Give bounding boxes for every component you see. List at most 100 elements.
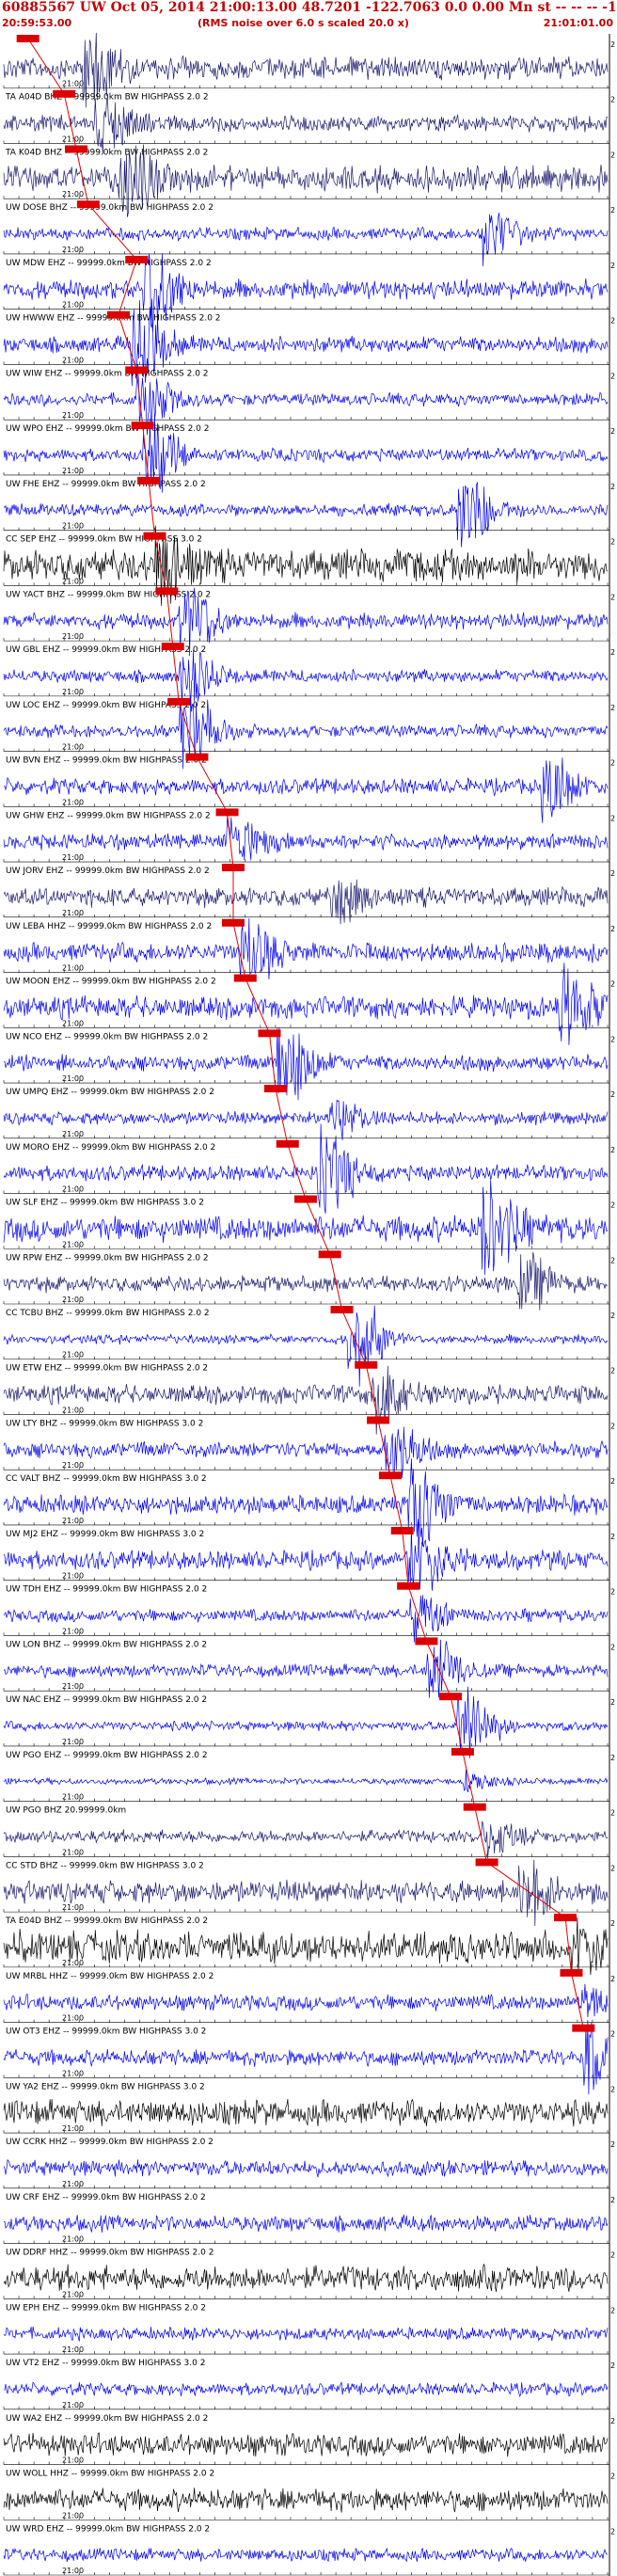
right-scale-label: 2 — [610, 1919, 615, 1928]
trace-label: UW MDW EHZ -- 99999.0km BW HIGHPASS 2.0 … — [6, 259, 212, 268]
time-tick-label: 21:00 — [62, 964, 84, 973]
time-tick-label: 21:00 — [62, 798, 84, 806]
time-tick-label: 21:00 — [62, 2290, 84, 2298]
time-tick-label: 21:00 — [62, 632, 84, 641]
time-tick-label: 21:00 — [62, 80, 84, 88]
time-tick-label: 21:00 — [62, 1019, 84, 1027]
trace-label: TA K04D BHZ -- 99999.0km BW HIGHPASS 2.0… — [5, 148, 208, 157]
trace-label: UW OT3 EHZ -- 99999.0km BW HIGHPASS 3.0 … — [6, 2027, 206, 2037]
time-tick-label: 21:00 — [62, 1959, 84, 1967]
time-tick-label: 21:00 — [62, 2180, 84, 2188]
time-tick-label: 21:00 — [62, 1738, 84, 1746]
right-scale-label: 2 — [610, 1146, 615, 1154]
time-tick-label: 21:00 — [62, 743, 84, 752]
time-tick-label: 21:00 — [62, 1406, 84, 1414]
time-tick-label: 21:00 — [62, 2014, 84, 2023]
trace-label: UW JORV EHZ -- 99999.0km BW HIGHPASS 2.0… — [6, 867, 210, 876]
time-tick-label: 21:00 — [62, 853, 84, 862]
trace-label: UW CRF EHZ -- 99999.0km BW HIGHPASS 2.0 … — [6, 2193, 206, 2202]
right-scale-label: 2 — [610, 483, 615, 491]
time-tick-label: 21:00 — [62, 1296, 84, 1304]
right-scale-label: 2 — [610, 1809, 615, 1818]
trace-label: UW GHW EHZ -- 99999.0km BW HIGHPASS 2.0 … — [6, 811, 211, 820]
trace-label: UW SLF EHZ -- 99999.0km BW HIGHPASS 3.0 … — [6, 1199, 204, 1208]
trace-label: UW WIW EHZ -- 99999.0km BW HIGHPASS 2.0 … — [6, 369, 209, 378]
time-tick-label: 21:00 — [62, 1074, 84, 1083]
trace-label: UW WA2 EHZ -- 99999.0km BW HIGHPASS 2.0 … — [6, 2414, 208, 2424]
right-scale-label: 2 — [610, 1477, 615, 1486]
right-scale-label: 2 — [610, 759, 615, 768]
pick-marker — [572, 2024, 595, 2032]
right-scale-label: 2 — [610, 2417, 615, 2425]
time-tick-label: 21:00 — [62, 1903, 84, 1912]
trace-label: UW NCO EHZ -- 99999.0km BW HIGHPASS 2.0 … — [6, 1032, 208, 1042]
trace-label: CC TCBU BHZ -- 99999.0km BW HIGHPASS 2.0… — [6, 1309, 210, 1318]
trace-label: UW LON BHZ -- 99999.0km BW HIGHPASS 2.0 … — [6, 1640, 207, 1649]
trace-label: UW TDH EHZ -- 99999.0km BW HIGHPASS 2.0 … — [6, 1585, 207, 1595]
right-scale-label: 2 — [610, 1698, 615, 1707]
right-scale-label: 2 — [610, 593, 615, 601]
right-scale-label: 2 — [610, 1090, 615, 1099]
waveform-trace — [3, 96, 609, 154]
right-scale-label: 2 — [610, 704, 615, 712]
trace-label: CC VALT BHZ -- 99999.0km BW HIGHPASS 3.0… — [6, 1474, 207, 1484]
right-scale-label: 2 — [610, 2030, 615, 2039]
right-scale-label: 2 — [610, 2306, 615, 2314]
time-tick-label: 21:00 — [62, 1185, 84, 1194]
waveform-trace — [3, 816, 609, 861]
right-scale-label: 2 — [610, 1754, 615, 1762]
trace-label: UW DOSE BHZ -- 99999.0km BW HIGHPASS 2.0… — [6, 203, 214, 213]
trace-label: UW BVN EHZ -- 99999.0km BW HIGHPASS 2.0 … — [6, 756, 207, 766]
right-scale-label: 2 — [610, 1035, 615, 1043]
right-scale-label: 2 — [610, 1256, 615, 1264]
waveform-trace — [3, 1820, 609, 1859]
waveform-trace — [3, 2547, 609, 2563]
right-scale-label: 2 — [610, 1422, 615, 1430]
right-scale-label: 2 — [610, 2251, 615, 2260]
trace-label: UW RPW EHZ -- 99999.0km BW HIGHPASS 2.0 … — [6, 1253, 209, 1263]
right-scale-label: 2 — [610, 96, 615, 104]
time-tick-label: 21:00 — [62, 411, 84, 420]
right-scale-label: 2 — [610, 2361, 615, 2370]
right-scale-label: 2 — [610, 317, 615, 326]
right-scale-label: 2 — [610, 814, 615, 822]
time-tick-label: 21:00 — [62, 1351, 84, 1360]
waveform-trace — [3, 2432, 609, 2457]
time-tick-label: 21:00 — [62, 301, 84, 310]
waveform-trace — [3, 2326, 609, 2342]
trace-label: UW DDRF HHZ -- 99999.0km BW HIGHPASS 2.0… — [6, 2249, 214, 2258]
trace-label: TA E04D BHZ -- 99999.0km BW HIGHPASS 2.0… — [5, 1916, 208, 1926]
time-tick-label: 21:00 — [62, 2124, 84, 2133]
right-scale-label: 2 — [610, 40, 615, 49]
waveform-trace — [3, 2488, 609, 2513]
right-scale-label: 2 — [610, 1588, 615, 1597]
waveform-trace — [3, 1983, 609, 2018]
trace-label: UW LEBA HHZ -- 99999.0km BW HIGHPASS 2.0… — [6, 922, 212, 931]
time-tick-label: 21:00 — [62, 190, 84, 199]
right-scale-label: 2 — [610, 1201, 615, 1210]
trace-label: CC SEP EHZ -- 99999.0km BW HIGHPASS 3.0 … — [6, 535, 202, 545]
waveform-trace — [3, 649, 609, 707]
waveform-trace — [3, 2381, 609, 2397]
trace-label: UW MJ2 EHZ -- 99999.0km BW HIGHPASS 3.0 … — [6, 1530, 204, 1539]
time-tick-label: 21:00 — [62, 1627, 84, 1635]
right-scale-label: 2 — [610, 262, 615, 270]
trace-label: UW ETW EHZ -- 99999.0km BW HIGHPASS 2.0 … — [6, 1364, 208, 1374]
trace-label: UW NAC EHZ -- 99999.0km BW HIGHPASS 2.0 … — [6, 1695, 207, 1705]
time-tick-label: 21:00 — [62, 2401, 84, 2409]
right-scale-label: 2 — [610, 1367, 615, 1375]
trace-label: UW WOLL HHZ -- 99999.0km BW HIGHPASS 2.0… — [6, 2470, 214, 2479]
trace-label: UW EPH EHZ -- 99999.0km BW HIGHPASS 2.0 … — [6, 2303, 206, 2313]
time-tick-label: 21:00 — [62, 1240, 84, 1248]
time-tick-label: 21:00 — [62, 577, 84, 585]
time-tick-label: 21:00 — [62, 2069, 84, 2077]
right-scale-label: 2 — [610, 372, 615, 380]
trace-label: UW MOON EHZ -- 99999.0km BW HIGHPASS 2.0… — [6, 978, 216, 987]
trace-label: UW LTY BHZ -- 99999.0km BW HIGHPASS 3.0 … — [6, 1419, 203, 1428]
time-tick-label: 21:00 — [62, 1793, 84, 1802]
right-scale-label: 2 — [610, 1864, 615, 1872]
time-tick-label: 21:00 — [62, 2511, 84, 2520]
time-tick-label: 21:00 — [62, 356, 84, 364]
waveform-trace — [3, 1099, 609, 1140]
trace-label: UW YA2 EHZ -- 99999.0km BW HIGHPASS 3.0 … — [6, 2082, 205, 2091]
